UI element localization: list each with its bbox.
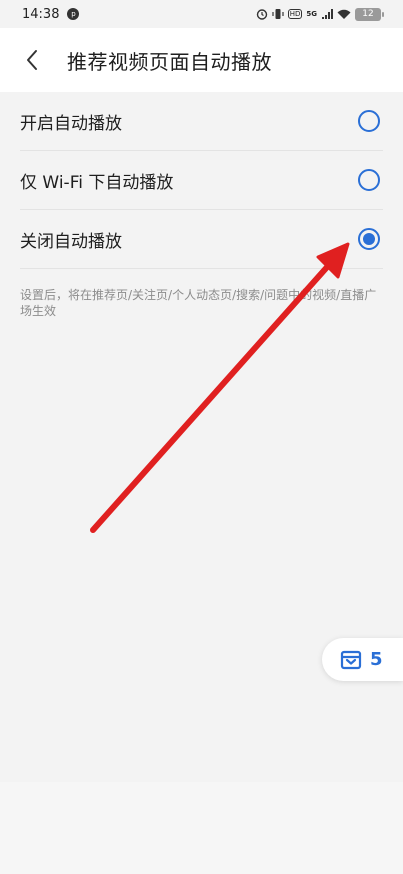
radio-dot: [363, 233, 375, 245]
alarm-icon: [256, 9, 267, 20]
floating-inbox-button[interactable]: 5: [322, 638, 403, 681]
signal-icon: [322, 8, 333, 19]
bottom-area: [0, 782, 403, 874]
back-button[interactable]: [18, 46, 46, 74]
option-autoplay-on[interactable]: 开启自动播放: [20, 92, 383, 151]
inbox-icon: [340, 650, 362, 669]
radio-button-unchecked[interactable]: [358, 169, 380, 191]
option-label: 开启自动播放: [20, 113, 122, 134]
notification-icon: p: [67, 8, 80, 20]
option-autoplay-off[interactable]: 关闭自动播放: [20, 210, 383, 269]
wifi-icon: [337, 9, 351, 19]
vibrate-icon: [272, 9, 284, 19]
radio-button-checked[interactable]: [358, 228, 380, 250]
inbox-count: 5: [370, 649, 383, 670]
status-time: 14:38: [22, 6, 60, 22]
status-bar: 14:38 p HD 5G 12: [0, 0, 403, 28]
hd-badge: HD: [287, 9, 303, 19]
chevron-left-icon: [27, 50, 37, 70]
network-type: 5G: [306, 10, 317, 18]
page-title: 推荐视频页面自动播放: [67, 50, 272, 74]
option-label: 关闭自动播放: [20, 231, 122, 252]
radio-button-unchecked[interactable]: [358, 110, 380, 132]
option-autoplay-wifi-only[interactable]: 仅 Wi-Fi 下自动播放: [20, 151, 383, 210]
status-right: HD 5G 12: [256, 7, 384, 21]
status-left: 14:38 p: [22, 6, 80, 22]
battery-indicator: 12: [355, 7, 384, 21]
page-header: 推荐视频页面自动播放: [0, 28, 403, 92]
settings-hint-text: 设置后，将在推荐页/关注页/个人动态页/搜索/问题中的视频/直播广场生效: [20, 288, 377, 318]
autoplay-options-list: 开启自动播放 仅 Wi-Fi 下自动播放 关闭自动播放: [0, 92, 403, 269]
option-label: 仅 Wi-Fi 下自动播放: [20, 172, 174, 193]
